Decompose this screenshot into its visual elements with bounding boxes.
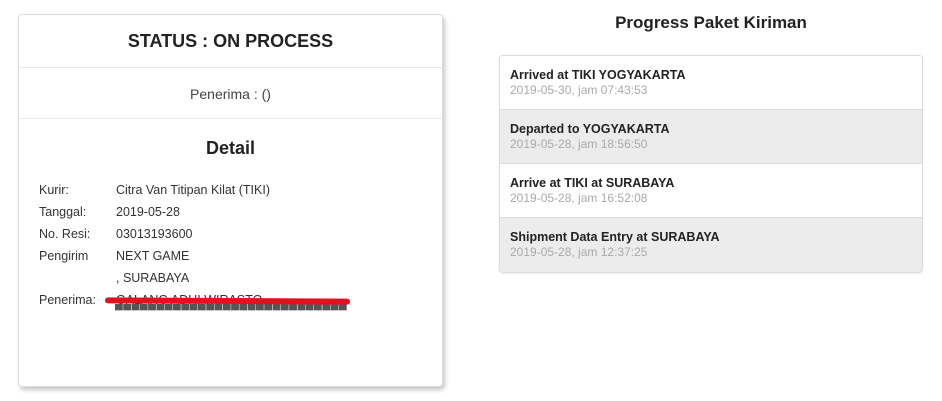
detail-value: Citra Van Titipan Kilat (TIKI) bbox=[116, 183, 270, 197]
detail-row-courier: Kurir: Citra Van Titipan Kilat (TIKI) bbox=[39, 179, 270, 201]
detail-label: Kurir: bbox=[39, 183, 69, 197]
detail-table: Kurir: Citra Van Titipan Kilat (TIKI) Ta… bbox=[39, 179, 270, 311]
progress-item: Departed to YOGYAKARTA 2019-05-28, jam 1… bbox=[500, 110, 922, 164]
detail-row-date: Tanggal: 2019-05-28 bbox=[39, 201, 270, 223]
progress-time: 2019-05-30, jam 07:43:53 bbox=[510, 83, 648, 97]
detail-row-sender-city: , SURABAYA bbox=[39, 267, 270, 289]
detail-label: No. Resi: bbox=[39, 227, 91, 241]
progress-time: 2019-05-28, jam 16:52:08 bbox=[510, 191, 648, 205]
progress-item: Arrived at TIKI YOGYAKARTA 2019-05-30, j… bbox=[500, 56, 922, 110]
progress-item: Arrive at TIKI at SURABAYA 2019-05-28, j… bbox=[500, 164, 922, 218]
detail-label: Pengirim bbox=[39, 249, 89, 263]
detail-label: Tanggal: bbox=[39, 205, 87, 219]
progress-event: Arrive at TIKI at SURABAYA bbox=[510, 176, 675, 190]
detail-heading: Detail bbox=[205, 138, 256, 158]
progress-time: 2019-05-28, jam 12:37:25 bbox=[510, 245, 648, 259]
progress-item: Shipment Data Entry at SURABAYA 2019-05-… bbox=[500, 218, 922, 272]
detail-row-tracking-number: No. Resi: 03013193600 bbox=[39, 223, 270, 245]
progress-list: Arrived at TIKI YOGYAKARTA 2019-05-30, j… bbox=[499, 55, 923, 273]
detail-value: NEXT GAME bbox=[116, 249, 190, 263]
detail-section: Detail Kurir: Citra Van Titipan Kilat (T… bbox=[19, 119, 442, 385]
detail-value: 2019-05-28 bbox=[116, 205, 180, 219]
progress-event: Arrived at TIKI YOGYAKARTA bbox=[510, 68, 686, 82]
progress-time: 2019-05-28, jam 18:56:50 bbox=[510, 137, 648, 151]
recipient-line: Penerima : () bbox=[19, 68, 442, 119]
progress-event: Shipment Data Entry at SURABAYA bbox=[510, 230, 720, 244]
progress-event: Departed to YOGYAKARTA bbox=[510, 122, 670, 136]
detail-row-sender: Pengirim NEXT GAME bbox=[39, 245, 270, 267]
redacted-address: ████████████████████████████ bbox=[115, 304, 347, 310]
status-card: STATUS : ON PROCESS Penerima : () Detail… bbox=[18, 14, 443, 387]
redaction-line bbox=[104, 297, 351, 305]
detail-value: 03013193600 bbox=[116, 227, 193, 241]
progress-title: Progress Paket Kiriman bbox=[615, 13, 807, 32]
status-title: STATUS : ON PROCESS bbox=[19, 15, 442, 68]
detail-value: , SURABAYA bbox=[116, 271, 190, 285]
